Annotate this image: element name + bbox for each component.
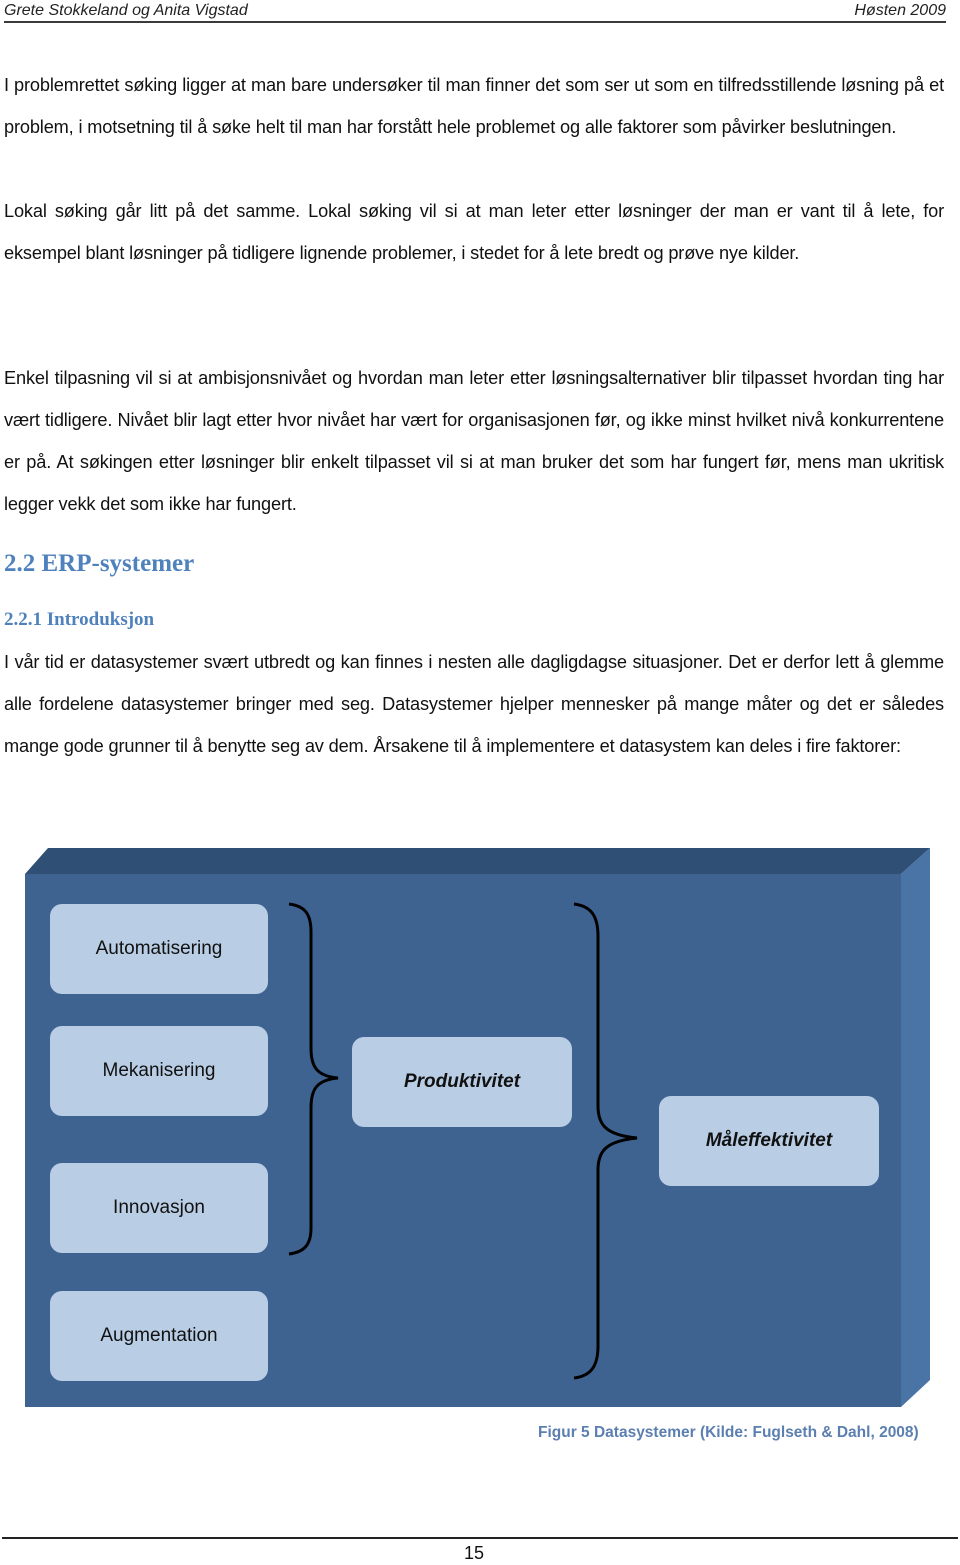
panel-top-face xyxy=(25,848,930,874)
factor-box: Innovasjon xyxy=(50,1163,268,1253)
paragraph-simple-adaptation: Enkel tilpasning vil si at ambisjonsnivå… xyxy=(4,368,944,514)
paragraph-introduction: I vår tid er datasystemer svært utbredt … xyxy=(4,652,944,756)
paragraph-local-search: Lokal søking går litt på det samme. Loka… xyxy=(4,201,944,263)
measured-efficiency-box: Måleffektivitet xyxy=(659,1096,879,1186)
factor-box: Automatisering xyxy=(50,904,268,994)
header-authors: Grete Stokkeland og Anita Vigstad xyxy=(4,2,248,19)
panel-side-face xyxy=(901,848,930,1407)
footer-divider xyxy=(2,1537,958,1539)
factor-box: Augmentation xyxy=(50,1291,268,1381)
factor-box: Mekanisering xyxy=(50,1026,268,1116)
paragraph-problem-search: I problemrettet søking ligger at man bar… xyxy=(4,75,944,137)
productivity-box: Produktivitet xyxy=(352,1037,572,1127)
figure-caption: Figur 5 Datasystemer (Kilde: Fuglseth & … xyxy=(538,1424,919,1441)
header-term: Høsten 2009 xyxy=(854,2,946,19)
section-heading: 2.2 ERP-systemer xyxy=(4,550,195,577)
page-header: Grete Stokkeland og Anita Vigstad Høsten… xyxy=(4,0,946,23)
page-number: 15 xyxy=(463,1543,485,1563)
subsection-heading: 2.2.1 Introduksjon xyxy=(4,609,155,630)
